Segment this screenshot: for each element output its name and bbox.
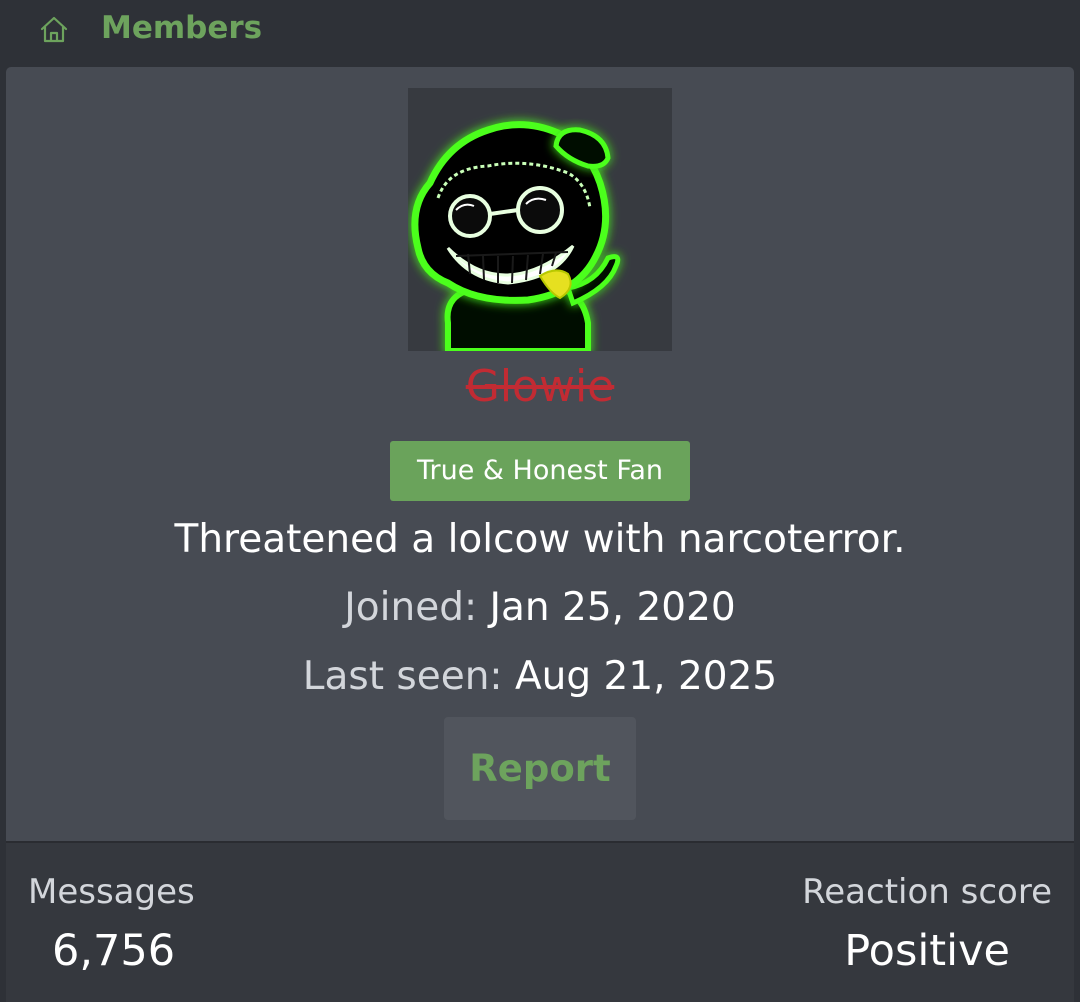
last-seen-date: Aug 21, 2025	[514, 654, 778, 699]
avatar-image	[411, 121, 621, 351]
joined-label: Joined:	[344, 585, 478, 630]
avatar[interactable]	[408, 88, 672, 351]
last-seen-label: Last seen:	[302, 654, 503, 699]
reaction-score-value: Positive	[844, 926, 1010, 976]
reaction-score-label: Reaction score	[802, 872, 1052, 912]
messages-count[interactable]: 6,756	[52, 923, 175, 979]
report-button[interactable]: Report	[444, 717, 636, 820]
last-seen-info: Last seen: Aug 21, 2025	[6, 649, 1074, 705]
breadcrumb-members-link[interactable]: Members	[101, 8, 262, 48]
home-icon[interactable]	[38, 14, 70, 46]
member-stats: Messages 6,756 Reaction score Positive	[6, 841, 1074, 1002]
member-profile-card: Glowie True & Honest Fan Threatened a lo…	[6, 67, 1074, 1002]
breadcrumb: Members	[0, 0, 1080, 62]
joined-info: Joined: Jan 25, 2020	[6, 580, 1074, 636]
messages-label: Messages	[28, 872, 195, 912]
username[interactable]: Glowie	[6, 357, 1074, 417]
custom-title: Threatened a lolcow with narcoterror.	[174, 517, 906, 562]
joined-date: Jan 25, 2020	[489, 585, 736, 630]
user-title-badge: True & Honest Fan	[390, 441, 690, 501]
